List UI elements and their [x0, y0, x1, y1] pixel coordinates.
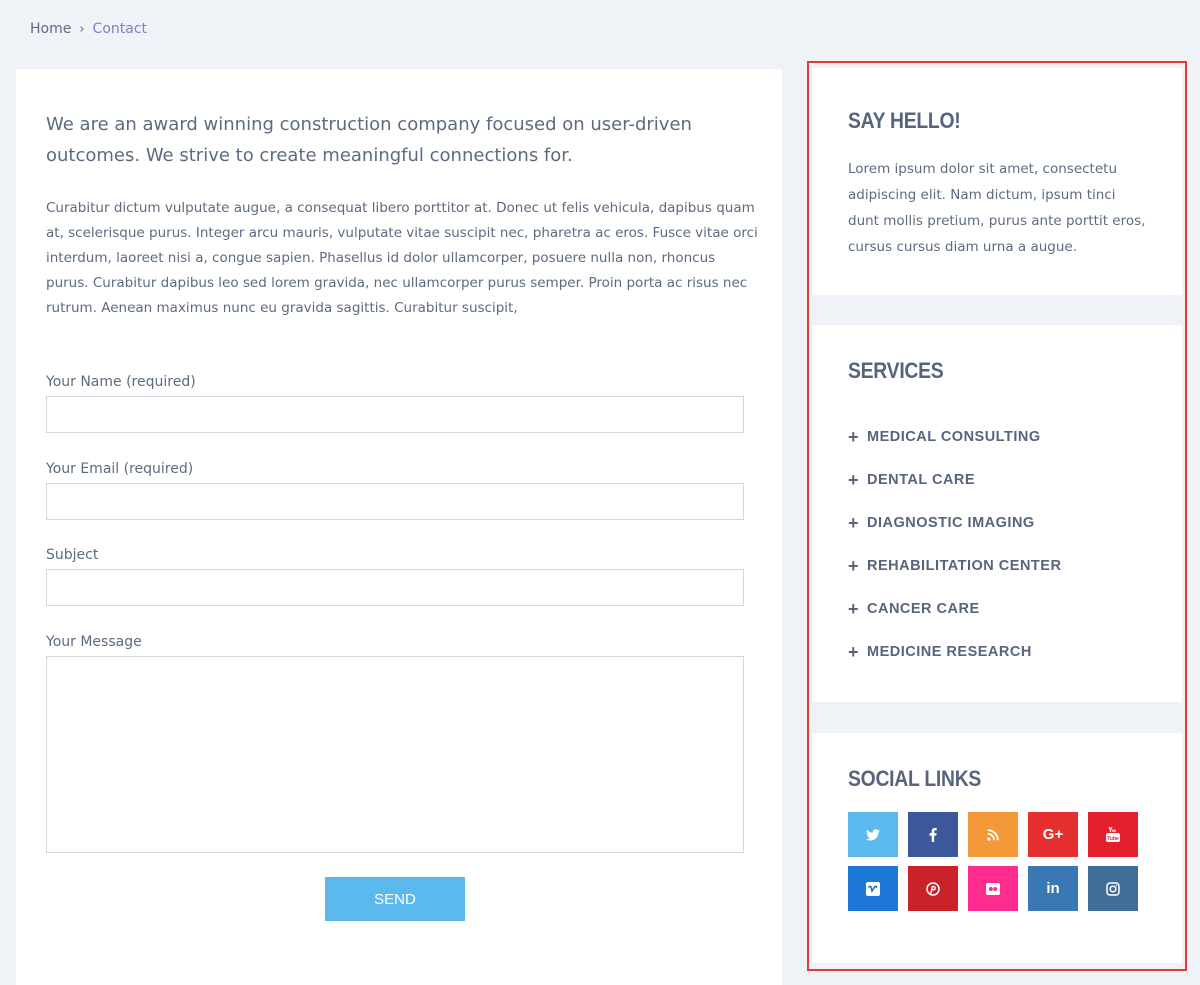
name-label: Your Name (required) [46, 374, 196, 390]
message-textarea[interactable] [46, 656, 744, 853]
chevron-right-icon: › [79, 21, 85, 37]
say-hello-text: Lorem ipsum dolor sit amet, consectetu a… [848, 161, 1146, 255]
plus-icon: + [848, 641, 860, 662]
service-item-label: REHABILITATION CENTER [867, 557, 1062, 574]
service-item-label: DIAGNOSTIC IMAGING [867, 514, 1035, 531]
social-links-widget: SOCIAL LINKS G+ Tube in [812, 733, 1182, 963]
rss-button[interactable] [968, 812, 1018, 857]
youtube-button[interactable]: Tube [1088, 812, 1138, 857]
service-item[interactable]: + CANCER CARE [848, 587, 1061, 630]
intro-lead: We are an award winning construction com… [46, 114, 692, 166]
breadcrumb-home-link[interactable]: Home [30, 21, 71, 37]
social-links-grid: G+ Tube in [848, 812, 1138, 911]
email-input[interactable] [46, 483, 744, 520]
service-item-label: DENTAL CARE [867, 471, 976, 488]
pinterest-button[interactable] [908, 866, 958, 911]
linkedin-icon: in [1046, 880, 1060, 897]
services-list: + MEDICAL CONSULTING + DENTAL CARE + DIAGNO… [848, 415, 1061, 673]
flickr-button[interactable] [968, 866, 1018, 911]
social-links-title: SOCIAL LINKS [848, 766, 982, 791]
services-widget: SERVICES + MEDICAL CONSULTING + DENTAL CAR… [812, 325, 1182, 702]
service-item[interactable]: + DIAGNOSTIC IMAGING [848, 501, 1061, 544]
service-item[interactable]: + DENTAL CARE [848, 458, 1061, 501]
instagram-icon [1106, 881, 1120, 896]
vimeo-button[interactable] [848, 866, 898, 911]
say-hello-widget: SAY HELLO! Lorem ipsum dolor sit amet, c… [812, 68, 1182, 295]
svg-text:Tube: Tube [1107, 836, 1119, 842]
vimeo-icon [866, 881, 880, 896]
breadcrumb: Home › Contact [30, 21, 147, 37]
say-hello-title: SAY HELLO! [848, 108, 961, 133]
service-item-label: CANCER CARE [867, 600, 980, 617]
name-input[interactable] [46, 396, 744, 433]
service-item[interactable]: + MEDICAL CONSULTING [848, 415, 1061, 458]
plus-icon: + [848, 555, 860, 576]
email-label: Your Email (required) [46, 461, 194, 477]
main-content: We are an award winning construction com… [16, 69, 782, 985]
plus-icon: + [848, 426, 860, 447]
subject-input[interactable] [46, 569, 744, 606]
send-button[interactable]: SEND [325, 877, 465, 921]
services-title: SERVICES [848, 358, 944, 383]
twitter-button[interactable] [848, 812, 898, 857]
sidebar: SAY HELLO! Lorem ipsum dolor sit amet, c… [807, 61, 1187, 971]
service-item[interactable]: + MEDICINE RESEARCH [848, 630, 1061, 673]
rss-icon [987, 828, 999, 841]
plus-icon: + [848, 512, 860, 533]
google-plus-icon: G+ [1042, 826, 1064, 843]
plus-icon: + [848, 598, 860, 619]
breadcrumb-current: Contact [92, 21, 148, 37]
facebook-button[interactable] [908, 812, 958, 857]
google-plus-button[interactable]: G+ [1028, 812, 1078, 857]
linkedin-button[interactable]: in [1028, 866, 1078, 911]
intro-body: Curabitur dictum vulputate augue, a cons… [46, 200, 758, 316]
message-label: Your Message [46, 634, 142, 650]
youtube-icon: Tube [1106, 827, 1120, 842]
twitter-icon [866, 828, 880, 840]
flickr-icon [986, 882, 1000, 895]
service-item[interactable]: + REHABILITATION CENTER [848, 544, 1061, 587]
facebook-icon [929, 827, 937, 842]
instagram-button[interactable] [1088, 866, 1138, 911]
pinterest-icon [926, 881, 940, 896]
subject-label: Subject [46, 547, 99, 563]
service-item-label: MEDICINE RESEARCH [867, 643, 1032, 660]
plus-icon: + [848, 469, 860, 490]
service-item-label: MEDICAL CONSULTING [867, 428, 1041, 445]
